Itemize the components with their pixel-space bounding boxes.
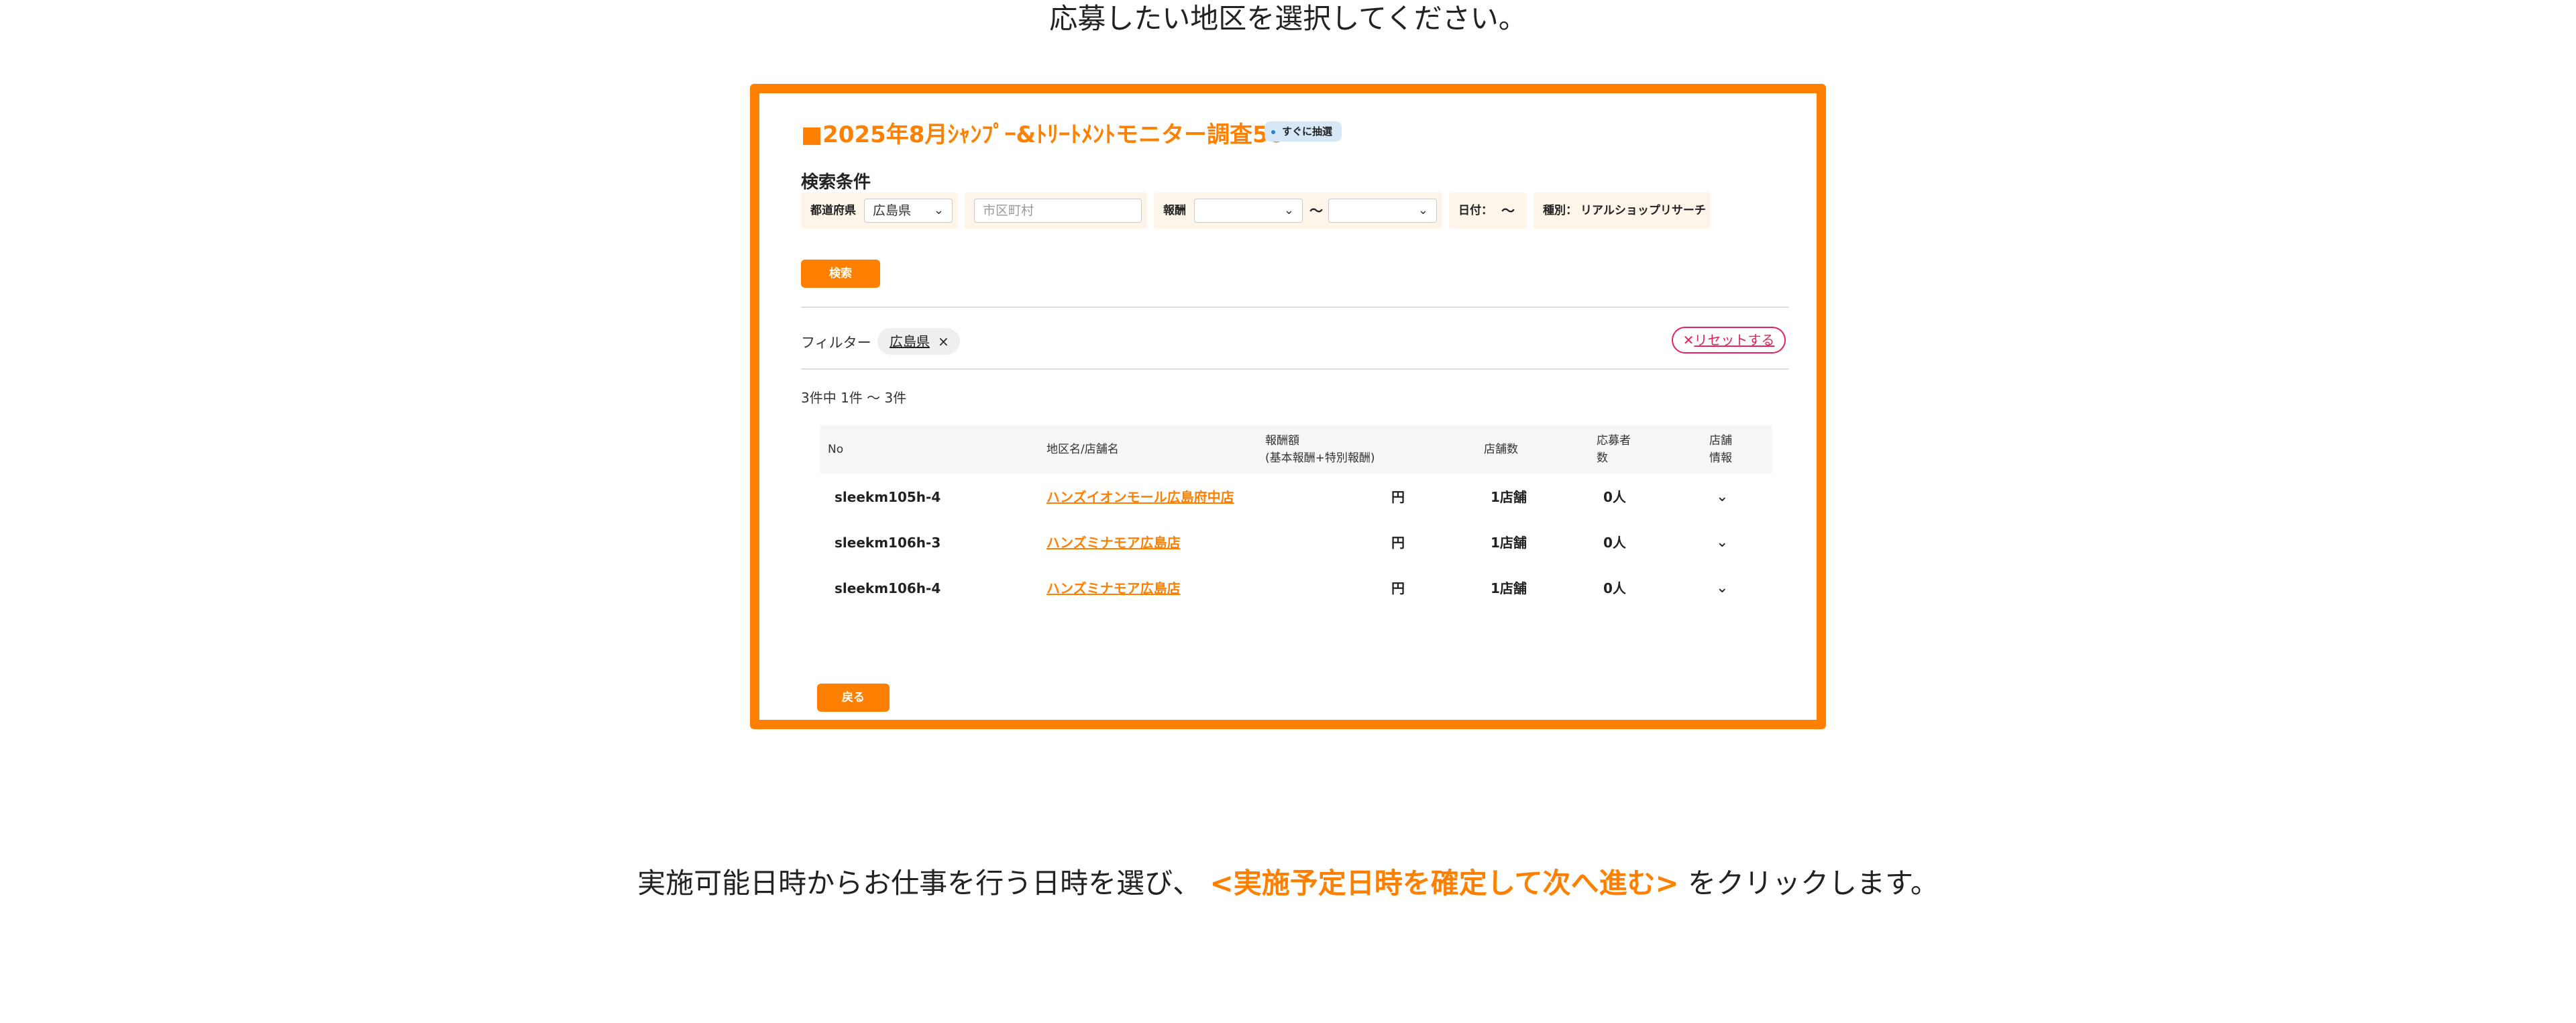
divider bbox=[801, 307, 1788, 308]
screenshot-frame: ■2025年8月ｼｬﾝﾌﾟｰ&ﾄﾘｰﾄﾒﾝﾄモニター調査50 すぐに抽選 検索条… bbox=[750, 84, 1826, 729]
date-label: 日付： bbox=[1458, 204, 1493, 217]
row-stores: 1店舗 bbox=[1491, 580, 1527, 596]
date-range-separator: 〜 bbox=[1501, 203, 1515, 219]
row-no: sleekm106h-3 bbox=[835, 535, 941, 551]
reward-label: 報酬 bbox=[1163, 204, 1186, 217]
header-area: 地区名/店舗名 bbox=[1046, 443, 1119, 456]
close-icon[interactable]: × bbox=[938, 333, 949, 349]
store-link[interactable]: ハンズイオンモール広島府中店 bbox=[1046, 474, 1234, 520]
store-link[interactable]: ハンズミナモア広島店 bbox=[1046, 566, 1181, 611]
top-instruction: 応募したい地区を選択してください。 bbox=[1049, 2, 1527, 35]
city-input[interactable]: 市区町村 bbox=[974, 199, 1142, 223]
row-no: sleekm106h-4 bbox=[835, 580, 941, 596]
reward-to-select[interactable]: ⌄ bbox=[1328, 199, 1437, 223]
expand-chevron-icon[interactable]: ⌄ bbox=[1716, 520, 1728, 566]
back-button[interactable]: 戻る bbox=[817, 684, 890, 712]
row-applicants: 0人 bbox=[1603, 580, 1626, 596]
search-button[interactable]: 検索 bbox=[801, 260, 880, 288]
filter-chip-hiroshima[interactable]: 広島県 × bbox=[877, 328, 960, 355]
header-store-info: 店舗 情報 bbox=[1709, 434, 1732, 465]
reward-filter: 報酬 ⌄ 〜 ⌄ bbox=[1154, 193, 1442, 229]
table-header: No 地区名/店舗名 報酬額 (基本報酬+特別報酬) 店舗数 応募者 数 店舗 … bbox=[820, 425, 1772, 474]
expand-chevron-icon[interactable]: ⌄ bbox=[1716, 474, 1728, 520]
badge-dot-icon bbox=[1271, 129, 1275, 134]
search-conditions-heading: 検索条件 bbox=[801, 172, 871, 193]
row-reward: 円 bbox=[1391, 535, 1405, 551]
table-row: sleekm106h-3 ハンズミナモア広島店 円 1店舗 0人 ⌄ bbox=[820, 520, 1772, 566]
result-count: 3件中 1件 〜 3件 bbox=[801, 390, 907, 406]
row-no: sleekm105h-4 bbox=[835, 489, 941, 505]
date-filter[interactable]: 日付： 〜 bbox=[1449, 193, 1527, 229]
table-row: sleekm105h-4 ハンズイオンモール広島府中店 円 1店舗 0人 ⌄ bbox=[820, 474, 1772, 520]
close-icon: ✕ bbox=[1682, 332, 1695, 348]
bottom-instruction: 実施可能日時からお仕事を行う日時を選び、 <実施予定日時を確定して次へ進む> を… bbox=[637, 867, 1939, 900]
reward-from-select[interactable]: ⌄ bbox=[1194, 199, 1303, 223]
store-link[interactable]: ハンズミナモア広島店 bbox=[1046, 520, 1181, 566]
reward-range-separator: 〜 bbox=[1309, 203, 1323, 219]
prefecture-filter: 都道府県 広島県 ⌄ bbox=[801, 193, 958, 229]
expand-chevron-icon[interactable]: ⌄ bbox=[1716, 566, 1728, 611]
header-stores: 店舗数 bbox=[1484, 443, 1518, 456]
row-applicants: 0人 bbox=[1603, 489, 1626, 505]
row-applicants: 0人 bbox=[1603, 535, 1626, 551]
city-filter: 市区町村 bbox=[965, 193, 1147, 229]
row-reward: 円 bbox=[1391, 489, 1405, 505]
survey-title: ■2025年8月ｼｬﾝﾌﾟｰ&ﾄﾘｰﾄﾒﾝﾄモニター調査50 bbox=[801, 121, 1285, 148]
prefecture-select[interactable]: 広島県 ⌄ bbox=[864, 199, 953, 223]
confirm-schedule-highlight: <実施予定日時を確定して次へ進む> bbox=[1210, 867, 1679, 900]
divider bbox=[801, 368, 1788, 370]
chevron-down-icon: ⌄ bbox=[1283, 203, 1294, 217]
header-no: No bbox=[828, 443, 844, 456]
filter-label: フィルター bbox=[801, 335, 871, 351]
type-value: リアルショップリサーチ bbox=[1580, 204, 1706, 217]
row-stores: 1店舗 bbox=[1491, 535, 1527, 551]
chevron-down-icon: ⌄ bbox=[933, 203, 944, 217]
header-reward: 報酬額 (基本報酬+特別報酬) bbox=[1265, 434, 1375, 465]
row-stores: 1店舗 bbox=[1491, 489, 1527, 505]
reset-filter-button[interactable]: ✕リセットする bbox=[1672, 327, 1786, 354]
header-applicants: 応募者 数 bbox=[1597, 434, 1631, 465]
type-label: 種別： bbox=[1543, 204, 1577, 217]
instant-lottery-badge: すぐに抽選 bbox=[1265, 121, 1342, 142]
type-filter: 種別： リアルショップリサーチ bbox=[1534, 193, 1711, 229]
chevron-down-icon: ⌄ bbox=[1417, 203, 1428, 217]
row-reward: 円 bbox=[1391, 580, 1405, 596]
prefecture-label: 都道府県 bbox=[810, 204, 856, 217]
table-row: sleekm106h-4 ハンズミナモア広島店 円 1店舗 0人 ⌄ bbox=[820, 566, 1772, 611]
